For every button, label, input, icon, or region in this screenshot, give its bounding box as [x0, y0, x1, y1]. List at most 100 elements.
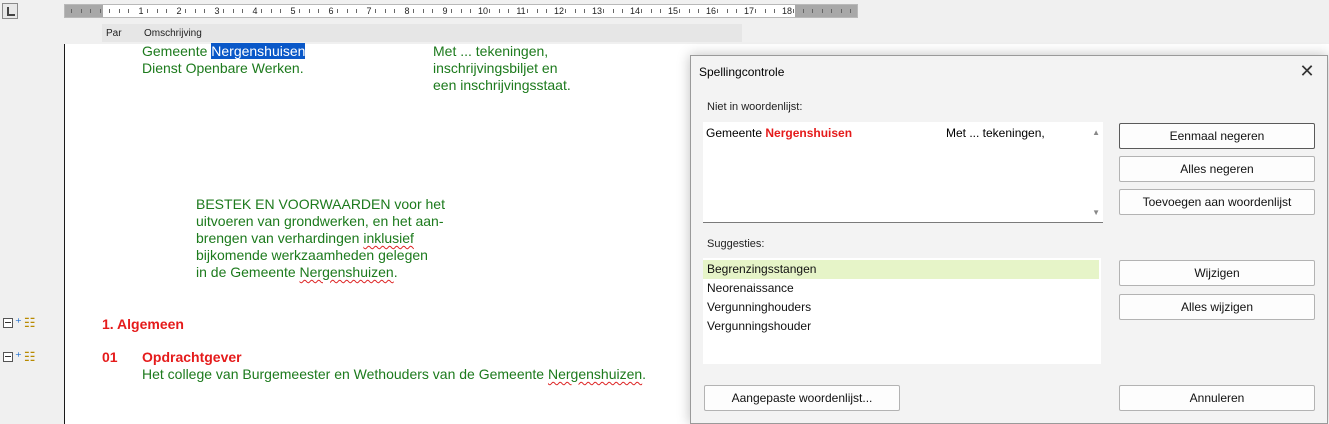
- ruler-tick: [727, 9, 728, 13]
- ruler-tick: [603, 9, 604, 13]
- ruler-tick: [375, 9, 376, 13]
- ruler-tick: [109, 9, 110, 13]
- ruler-tick: [100, 9, 101, 13]
- ruler-tick: [803, 9, 804, 13]
- ruler-tick: [641, 9, 642, 13]
- ruler-tick: [461, 9, 462, 13]
- suggestion-item[interactable]: Vergunninghouders: [703, 298, 1099, 317]
- spellcheck-dialog: Spellingcontrole ✕ Niet in woordenlijst:…: [690, 55, 1328, 424]
- section-1-heading[interactable]: 1. Algemeen: [102, 316, 184, 333]
- doc-text: Gemeente: [142, 43, 212, 59]
- doc-text: brengen van verhardingen: [196, 230, 364, 246]
- ruler-tick: [822, 9, 823, 13]
- left-gutter: ⁺ ☷ ⁺ ☷: [0, 0, 65, 424]
- selected-misspelled-word[interactable]: Nergenshuisen: [211, 43, 306, 59]
- ruler-tick: [242, 9, 243, 13]
- ruler-tick: [318, 9, 319, 13]
- custom-dictionary-button[interactable]: Aangepaste woordenlijst...: [704, 385, 900, 411]
- ruler-number: 8: [404, 6, 410, 16]
- bestek-line-3[interactable]: brengen van verhardingen inklusief: [196, 230, 414, 247]
- ruler-tick: [613, 9, 614, 13]
- ruler-tick: [841, 9, 842, 13]
- ruler-tick: [622, 9, 623, 13]
- ruler-tick: [432, 9, 433, 13]
- cancel-button[interactable]: Annuleren: [1119, 385, 1315, 411]
- add-to-dictionary-button[interactable]: Toevoegen aan woordenlijst: [1119, 189, 1315, 215]
- ruler-number: 5: [290, 6, 296, 16]
- ignore-once-button[interactable]: Eenmaal negeren: [1119, 123, 1315, 149]
- ruler-tick: [233, 9, 234, 13]
- ruler-tick: [413, 9, 414, 13]
- close-icon[interactable]: ✕: [1295, 60, 1319, 84]
- misspelled-word[interactable]: Nergenshuizen: [548, 366, 642, 382]
- insert-list-icon[interactable]: ☷: [24, 316, 36, 329]
- ruler-tick: [147, 9, 148, 13]
- ignore-all-button[interactable]: Alles negeren: [1119, 156, 1315, 182]
- doc-text: .: [393, 264, 398, 280]
- ruler-tick: [309, 9, 310, 13]
- change-all-button[interactable]: Alles wijzigen: [1119, 294, 1315, 320]
- ruler-tick: [423, 9, 424, 13]
- suggestion-item[interactable]: Neorenaissance: [703, 279, 1099, 298]
- ruler-number: 2: [176, 6, 182, 16]
- row-tools-section-01: ⁺ ☷: [3, 350, 36, 363]
- row-tools-section-1: ⁺ ☷: [3, 316, 36, 329]
- section-01-number[interactable]: 01: [102, 349, 118, 366]
- not-in-list-label: Niet in woordenlijst:: [707, 101, 803, 113]
- doc-line-gemeente[interactable]: Gemeente Nergenshuisen: [142, 43, 306, 60]
- column-omschrijving: Omschrijving: [144, 28, 202, 39]
- not-in-list-box[interactable]: Gemeente Nergenshuisen Met ... tekeninge…: [703, 122, 1103, 223]
- insert-list-icon[interactable]: ☷: [24, 350, 36, 363]
- suggestions-list[interactable]: Begrenzingsstangen Neorenaissance Vergun…: [703, 258, 1101, 364]
- misspelled-word[interactable]: Nergenshuizen: [300, 264, 394, 280]
- insert-before-icon[interactable]: ⁺: [15, 350, 22, 363]
- ruler-tick: [470, 9, 471, 13]
- ruler-right-margin: [795, 5, 857, 17]
- bestek-line-4[interactable]: bijkomende werkzaamheden gelegen: [196, 247, 428, 264]
- bestek-line-1[interactable]: BESTEK EN VOORWAARDEN voor het: [196, 196, 445, 213]
- ruler-tick: [299, 9, 300, 13]
- scroll-up-icon[interactable]: ▲: [1092, 128, 1100, 137]
- ruler-tick: [765, 9, 766, 13]
- ruler-tick: [489, 9, 490, 13]
- ruler-tick: [128, 9, 129, 13]
- not-in-list-context: Gemeente Nergenshuisen: [706, 126, 852, 140]
- collapse-icon[interactable]: [3, 317, 13, 328]
- doc-text: in de Gemeente: [196, 264, 300, 280]
- misspelled-word: Nergenshuisen: [765, 126, 853, 140]
- ruler-tick: [337, 9, 338, 13]
- ruler[interactable]: 1 2 3 4 5 6 7 8 9 10 11 12 13 14 15 16 17 18: [64, 4, 858, 18]
- ruler-tick: [166, 9, 167, 13]
- doc-right-line-3[interactable]: een inschrijvingsstaat.: [433, 77, 571, 94]
- ruler-tick: [356, 9, 357, 13]
- doc-right-line-1[interactable]: Met ... tekeningen,: [433, 43, 548, 60]
- ruler-tick: [157, 9, 158, 13]
- doc-right-line-2[interactable]: inschrijvingsbiljet en: [433, 60, 558, 77]
- ruler-tick: [195, 9, 196, 13]
- column-header: Par Omschrijving: [102, 24, 742, 42]
- section-01-title[interactable]: Opdrachtgever: [142, 349, 242, 366]
- ruler-number: 17: [743, 6, 755, 16]
- ruler-tick: [812, 9, 813, 13]
- ruler-tick: [755, 9, 756, 13]
- ruler-number: 15: [667, 6, 679, 16]
- bestek-line-2[interactable]: uitvoeren van grondwerken, en het aan-: [196, 213, 444, 230]
- ruler-tick: [717, 9, 718, 13]
- scroll-down-icon[interactable]: ▼: [1092, 208, 1100, 217]
- ruler-corner-icon[interactable]: [2, 3, 18, 19]
- ruler-tick: [280, 9, 281, 13]
- change-button[interactable]: Wijzigen: [1119, 260, 1315, 286]
- insert-before-icon[interactable]: ⁺: [15, 316, 22, 329]
- bestek-line-5[interactable]: in de Gemeente Nergenshuizen.: [196, 264, 398, 281]
- collapse-icon[interactable]: [3, 351, 13, 362]
- ruler-number: 7: [366, 6, 372, 16]
- suggestion-item[interactable]: Begrenzingsstangen: [703, 260, 1099, 279]
- doc-line-dienst[interactable]: Dienst Openbare Werken.: [142, 60, 304, 77]
- ruler-tick: [71, 9, 72, 13]
- ruler-tick: [651, 9, 652, 13]
- suggestion-item[interactable]: Vergunningshouder: [703, 317, 1099, 336]
- ruler-tick: [261, 9, 262, 13]
- misspelled-word[interactable]: inklusief: [363, 230, 414, 246]
- section-01-text[interactable]: Het college van Burgemeester en Wethoude…: [142, 366, 646, 383]
- ruler-tick: [660, 9, 661, 13]
